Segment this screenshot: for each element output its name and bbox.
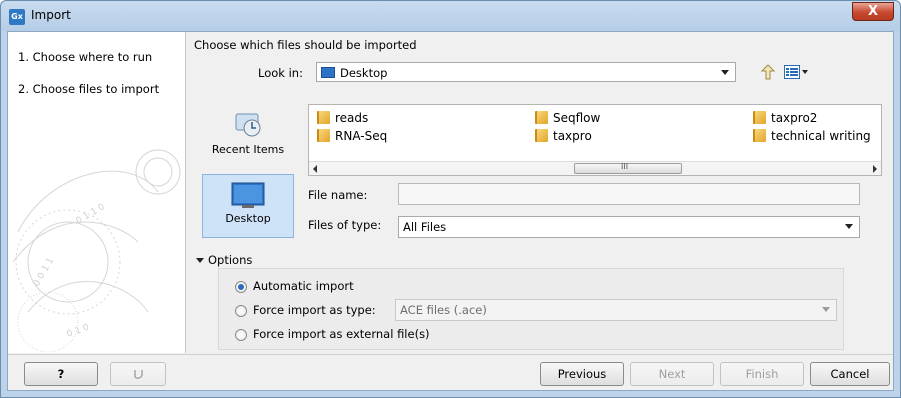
file-chooser: Choose which files should be imported Lo…	[188, 32, 893, 353]
undo-icon	[134, 370, 143, 379]
desktop-icon	[231, 182, 265, 208]
look-in-select[interactable]: Desktop	[316, 62, 736, 82]
look-in-label: Look in:	[258, 66, 303, 80]
svg-text:0 1 0: 0 1 0	[66, 322, 91, 339]
dialog-body: 1. Choose where to run 2. Choose files t…	[7, 31, 894, 391]
title-bar: Gx Import X	[1, 1, 900, 31]
scroll-left-icon[interactable]	[313, 165, 317, 173]
list-item[interactable]: technical writing	[753, 129, 871, 143]
details-view-icon	[784, 65, 800, 79]
look-in-value: Desktop	[340, 66, 388, 80]
force-type-select[interactable]: ACE files (.ace)	[395, 299, 837, 321]
places-bar: Recent Items Desktop	[202, 104, 294, 242]
chevron-down-icon	[802, 70, 808, 74]
chevron-down-icon	[845, 224, 853, 229]
desktop-small-icon	[321, 67, 335, 78]
chevron-down-icon	[822, 307, 830, 312]
place-recent-items[interactable]: Recent Items	[202, 104, 294, 168]
list-item[interactable]: Seqflow	[535, 111, 600, 125]
scroll-right-icon[interactable]	[873, 165, 877, 173]
files-of-type-select[interactable]: All Files	[398, 216, 860, 238]
chooser-heading: Choose which files should be imported	[194, 38, 417, 52]
files-of-type-value: All Files	[403, 220, 447, 234]
folder-icon	[753, 129, 766, 142]
options-group: Automatic import Force import as type: A…	[218, 268, 844, 350]
desktop-label: Desktop	[225, 212, 271, 225]
force-type-label[interactable]: Force import as type:	[253, 303, 376, 317]
files-of-type-label: Files of type:	[308, 218, 382, 232]
place-desktop[interactable]: Desktop	[202, 174, 294, 238]
cancel-button[interactable]: Cancel	[810, 362, 890, 386]
recent-items-label: Recent Items	[211, 143, 285, 156]
file-name-input[interactable]	[398, 183, 860, 205]
list-item[interactable]: taxpro2	[753, 111, 817, 125]
folder-icon	[317, 111, 330, 124]
restore-button[interactable]	[110, 362, 166, 386]
list-item[interactable]: RNA-Seq	[317, 129, 387, 143]
import-dialog: Gx Import X 1. Choose where to run 2. Ch…	[0, 0, 901, 398]
scroll-grip: III	[621, 162, 629, 171]
file-name-label: File name:	[308, 188, 368, 202]
automatic-import-radio[interactable]	[235, 281, 247, 293]
expanded-triangle-icon	[196, 258, 204, 263]
list-item[interactable]: reads	[317, 111, 368, 125]
force-type-radio[interactable]	[235, 305, 247, 317]
chevron-down-icon	[721, 70, 729, 75]
app-icon: Gx	[9, 9, 25, 25]
close-button[interactable]: X	[852, 2, 894, 21]
folder-icon	[753, 111, 766, 124]
next-button[interactable]: Next	[630, 362, 714, 386]
help-button[interactable]: ?	[24, 362, 98, 386]
step-choose-files-to-import[interactable]: 2. Choose files to import	[18, 82, 159, 96]
force-external-label[interactable]: Force import as external file(s)	[253, 327, 430, 341]
horizontal-scrollbar[interactable]: III	[309, 161, 881, 175]
options-header: Options	[208, 253, 253, 267]
folder-icon	[317, 129, 330, 142]
options-toggle[interactable]: Options	[196, 253, 252, 267]
automatic-import-label[interactable]: Automatic import	[253, 279, 354, 293]
list-item[interactable]: taxpro	[535, 129, 592, 143]
svg-text:0 0 1 1: 0 0 1 1	[32, 256, 56, 288]
force-external-radio[interactable]	[235, 329, 247, 341]
steps-panel: 1. Choose where to run 2. Choose files t…	[8, 32, 186, 353]
decorative-swirl: 0 1 1 0 0 0 1 1 0 1 0	[12, 149, 181, 352]
up-folder-icon[interactable]	[760, 64, 776, 80]
folder-icon	[535, 129, 548, 142]
recent-items-icon	[235, 113, 261, 137]
force-type-value: ACE files (.ace)	[400, 303, 487, 317]
view-menu-button[interactable]	[784, 64, 810, 80]
window-title: Import	[31, 8, 71, 22]
scroll-thumb[interactable]: III	[574, 162, 682, 174]
file-list[interactable]: reads RNA-Seq Seqflow taxpro taxpro2 tec…	[308, 104, 882, 176]
step-choose-where-to-run[interactable]: 1. Choose where to run	[18, 50, 152, 64]
previous-button[interactable]: Previous	[540, 362, 624, 386]
folder-icon	[535, 111, 548, 124]
button-bar: ? Previous Next Finish Cancel	[8, 354, 893, 390]
finish-button[interactable]: Finish	[720, 362, 804, 386]
